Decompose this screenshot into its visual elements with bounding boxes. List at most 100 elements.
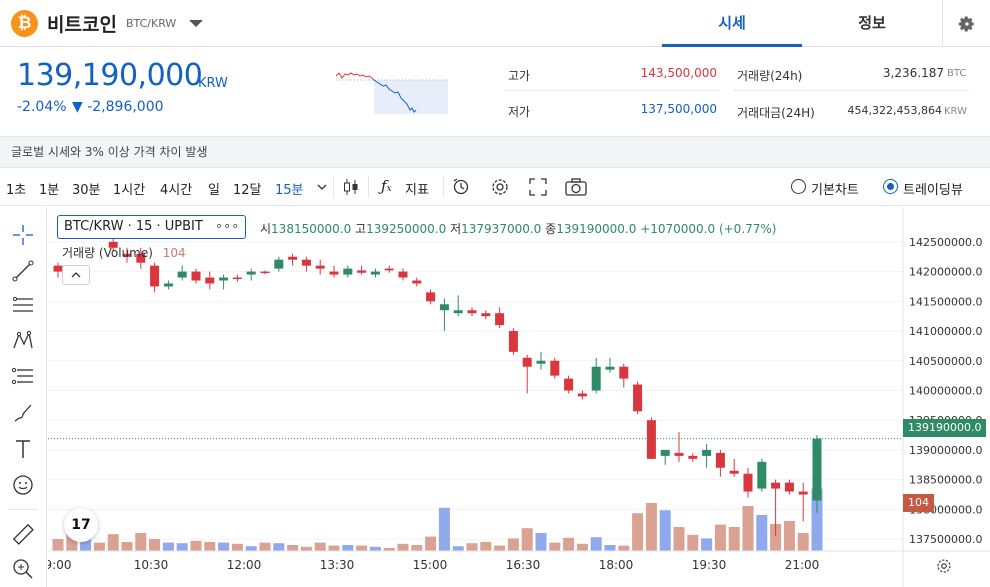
candle-body [646, 420, 656, 459]
coin-pair: BTC/KRW [126, 17, 177, 30]
change-rate: -2.04% [17, 99, 67, 115]
fullscreen-icon[interactable] [527, 176, 549, 198]
volume-legend: 거래량 (Volume) 104 [62, 244, 186, 261]
current-volume-tag: 104 [903, 494, 934, 512]
candle-body [301, 259, 311, 266]
close-label: 종 [545, 222, 557, 236]
screenshot-camera-icon[interactable] [564, 176, 588, 198]
candle-body [219, 277, 229, 281]
candle-type-icon[interactable] [340, 176, 362, 198]
ohlc-legend: 시138150000.0 고139250000.0 저137937000.0 종… [260, 220, 777, 237]
alert-icon[interactable] [450, 176, 472, 198]
candle-body [495, 313, 505, 326]
candle-body [536, 360, 546, 364]
legend-more-icon[interactable]: ∘∘∘ [215, 219, 239, 234]
timeframe-1h[interactable]: 1시간 [113, 179, 145, 198]
timeframe-1m[interactable]: 1분 [39, 179, 59, 198]
candle-body [798, 491, 808, 495]
radio-tradingview[interactable] [883, 179, 898, 194]
timeframe-15m[interactable]: 15분 [275, 179, 304, 198]
volume-bar [231, 543, 243, 551]
candle-body [702, 449, 712, 456]
candle-body [426, 292, 436, 302]
chart-settings-icon[interactable] [489, 176, 511, 198]
y-axis-tick: 142000000.0 [909, 266, 982, 279]
gear-icon [958, 16, 974, 32]
symbol-legend[interactable]: BTC/KRW · 15 · UPBIT ∘∘∘ [57, 215, 247, 239]
volume-bar [218, 542, 230, 551]
volume-bar [411, 545, 423, 551]
ruler-icon[interactable] [11, 522, 35, 546]
volume-bar [425, 536, 437, 551]
volume-bar [494, 545, 506, 551]
candle-body [329, 271, 339, 275]
volume-bar [590, 537, 602, 551]
candle-body [384, 268, 394, 271]
text-icon[interactable] [11, 437, 35, 461]
zoom-in-icon[interactable] [11, 557, 35, 581]
y-axis-tick: 141000000.0 [909, 325, 982, 338]
crosshair-icon[interactable] [11, 223, 35, 247]
candle-body [412, 280, 422, 284]
basic-chart-label[interactable]: 기본차트 [811, 179, 859, 198]
volume-bar [535, 533, 547, 551]
volume-bar [162, 542, 174, 551]
timeframe-1s[interactable]: 1초 [6, 179, 26, 198]
candle-body [163, 283, 173, 287]
x-axis-tick: 16:30 [506, 558, 541, 572]
pattern-icon[interactable] [11, 329, 35, 353]
volume-bar [632, 513, 644, 551]
indicator-button[interactable]: 지표 [405, 179, 429, 198]
settings-button[interactable] [942, 0, 990, 47]
volume-bar [300, 546, 312, 551]
fibonacci-icon[interactable] [11, 365, 35, 389]
volume-bar [645, 503, 657, 551]
trading-chart[interactable]: 142500000.0 142000000.0 141500000.0 1410000… [48, 207, 990, 587]
volume-bar [673, 527, 685, 551]
current-price-tag: 139190000.0 [903, 419, 987, 437]
pair-dropdown-icon[interactable] [189, 20, 203, 27]
high-value: 139250000.0 [366, 222, 447, 236]
volume-bar [452, 546, 464, 551]
volume-bar [783, 521, 795, 551]
emoji-icon[interactable] [11, 473, 35, 497]
timeframe-dropdown-icon[interactable] [311, 176, 333, 198]
volume-bar [149, 539, 161, 551]
x-axis-tick: 12:00 [227, 558, 262, 572]
open-label: 시 [260, 222, 272, 236]
volume-bar [342, 545, 354, 551]
low-label: 저 [450, 222, 462, 236]
candle-body [577, 393, 587, 397]
coin-header: ₿ 비트코인 BTC/KRW 시세 정보 [0, 0, 990, 47]
indicator-fx-icon[interactable]: ƒx [381, 177, 392, 195]
tradingview-label[interactable]: 트레이딩뷰 [903, 179, 963, 198]
axis-settings-gear-icon[interactable] [935, 557, 953, 575]
timeframe-4h[interactable]: 4시간 [160, 179, 192, 198]
tradingview-logo[interactable]: 17 [64, 508, 98, 542]
amount-24h-label: 거래대금(24H) [737, 106, 815, 120]
timeframe-12m[interactable]: 12달 [233, 179, 262, 198]
coin-name: 비트코인 [47, 14, 117, 36]
x-axis-tick: 19:30 [692, 558, 727, 572]
brush-icon[interactable] [11, 401, 35, 425]
tab-price[interactable]: 시세 [662, 0, 802, 47]
y-axis-tick: 140000000.0 [909, 384, 982, 397]
tab-info[interactable]: 정보 [802, 0, 942, 47]
open-value: 138150000.0 [271, 222, 352, 236]
volume-bar [273, 543, 285, 551]
volume-24h-label: 거래량(24h) [737, 69, 803, 83]
radio-basic-chart[interactable] [791, 179, 806, 194]
horizontal-lines-icon[interactable] [11, 293, 35, 317]
volume-bar [618, 545, 630, 551]
x-axis-tick: 15:00 [413, 558, 448, 572]
timeframe-30m[interactable]: 30분 [72, 179, 101, 198]
volume-bar [287, 545, 299, 551]
toolbar-divider [443, 176, 444, 198]
volume-bar [466, 543, 478, 551]
trend-line-icon[interactable] [11, 259, 35, 283]
volume-bar [121, 542, 133, 551]
timeframe-day[interactable]: 일 [208, 179, 220, 198]
collapse-legend-button[interactable] [62, 265, 90, 285]
chart-canvas[interactable]: 142500000.0 142000000.0 141500000.0 1410000… [48, 207, 990, 587]
volume-bar [549, 542, 561, 551]
